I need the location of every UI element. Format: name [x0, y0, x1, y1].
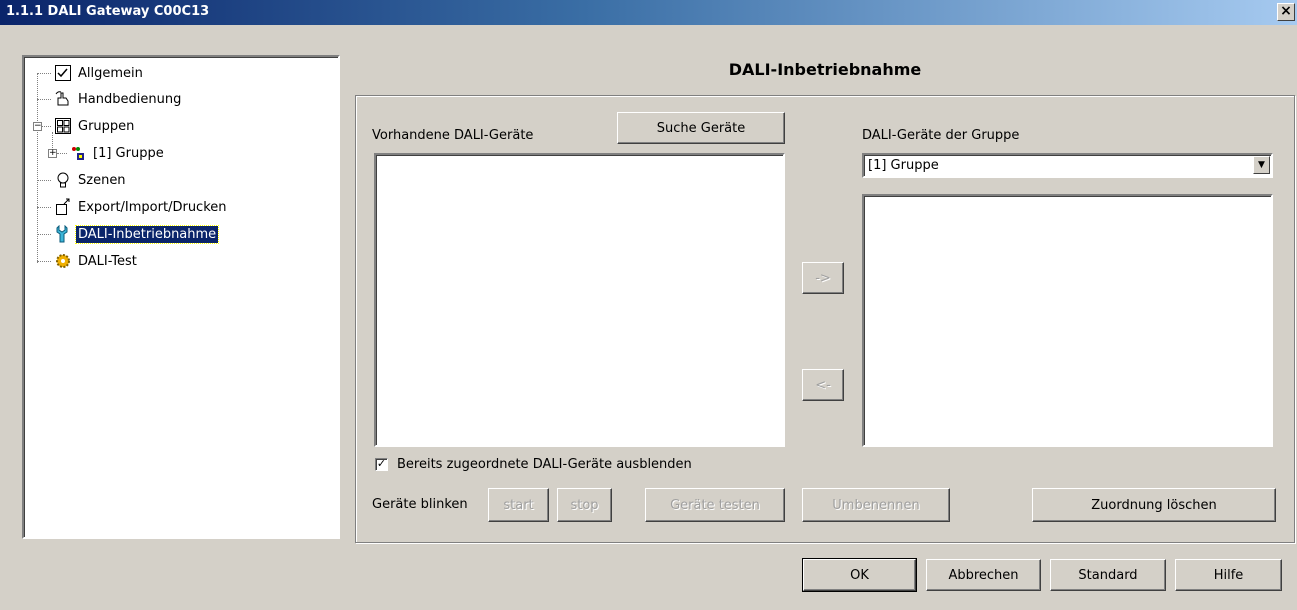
tree-item-label: DALI-Inbetriebnahme [74, 224, 220, 244]
hand-operation-icon [54, 90, 72, 108]
chevron-down-icon[interactable]: ▼ [1253, 156, 1270, 174]
tree-item-handbedienung[interactable]: Handbedienung [54, 88, 183, 110]
scene-bulb-icon [54, 171, 72, 189]
tree-item-label: Gruppen [78, 118, 135, 134]
hide-assigned-checkbox[interactable]: ✓ [375, 458, 388, 471]
commissioning-wrench-icon [54, 225, 72, 243]
tree-item-allgemein[interactable]: Allgemein [54, 62, 145, 84]
help-button[interactable]: Hilfe [1175, 559, 1282, 591]
tree-expand-gruppe-1[interactable]: + [48, 149, 57, 158]
general-settings-icon [54, 64, 72, 82]
tree-item-szenen[interactable]: Szenen [54, 169, 128, 191]
group-devices-list[interactable] [862, 194, 1273, 447]
group-icon [69, 144, 87, 162]
close-button[interactable]: × [1277, 3, 1295, 21]
move-right-button[interactable]: -> [802, 262, 844, 294]
search-devices-button[interactable]: Suche Geräte [617, 112, 785, 144]
rename-button[interactable]: Umbenennen [802, 488, 950, 522]
ok-button[interactable]: OK [802, 558, 917, 592]
tree-item-export-import[interactable]: Export/Import/Drucken [54, 196, 229, 218]
page-title: DALI-Inbetriebnahme [728, 60, 922, 79]
move-left-button[interactable]: <- [802, 369, 844, 401]
blink-devices-label: Geräte blinken [372, 497, 468, 512]
group-select[interactable]: [1] Gruppe ▼ [862, 153, 1273, 178]
group-select-value: [1] Gruppe [868, 158, 939, 173]
export-import-icon [54, 198, 72, 216]
test-gear-icon [54, 252, 72, 270]
groups-icon [54, 117, 72, 135]
blink-start-button[interactable]: start [488, 488, 549, 522]
tree-item-gruppen[interactable]: Gruppen [54, 115, 136, 137]
blink-stop-button[interactable]: stop [557, 488, 612, 522]
window-title: 1.1.1 DALI Gateway C00C13 [6, 4, 210, 19]
tree-item-label: Allgemein [78, 65, 143, 81]
tree-item-label: Export/Import/Drucken [78, 199, 227, 215]
available-devices-list[interactable] [374, 153, 785, 447]
navigation-tree: − + Allgemein Handbedienung Gruppen [1] … [22, 55, 340, 539]
tree-item-dali-inbetriebnahme[interactable]: DALI-Inbetriebnahme [54, 223, 220, 245]
default-button[interactable]: Standard [1050, 559, 1166, 591]
tree-item-gruppe-1[interactable]: [1] Gruppe [69, 142, 166, 164]
tree-item-label: Handbedienung [78, 91, 182, 107]
tree-item-label: DALI-Test [78, 253, 137, 269]
tree-item-label: Szenen [78, 172, 126, 188]
title-bar: 1.1.1 DALI Gateway C00C13 × [0, 0, 1297, 25]
hide-assigned-label: Bereits zugeordnete DALI-Geräte ausblend… [397, 457, 692, 472]
cancel-button[interactable]: Abbrechen [926, 559, 1041, 591]
tree-collapse-gruppen[interactable]: − [33, 122, 42, 131]
clear-assignment-button[interactable]: Zuordnung löschen [1032, 488, 1276, 522]
tree-item-label: [1] Gruppe [93, 145, 164, 161]
tree-item-dali-test[interactable]: DALI-Test [54, 250, 139, 272]
test-devices-button[interactable]: Geräte testen [645, 488, 785, 522]
available-devices-label: Vorhandene DALI-Geräte [372, 128, 534, 143]
group-devices-label: DALI-Geräte der Gruppe [862, 128, 1020, 143]
